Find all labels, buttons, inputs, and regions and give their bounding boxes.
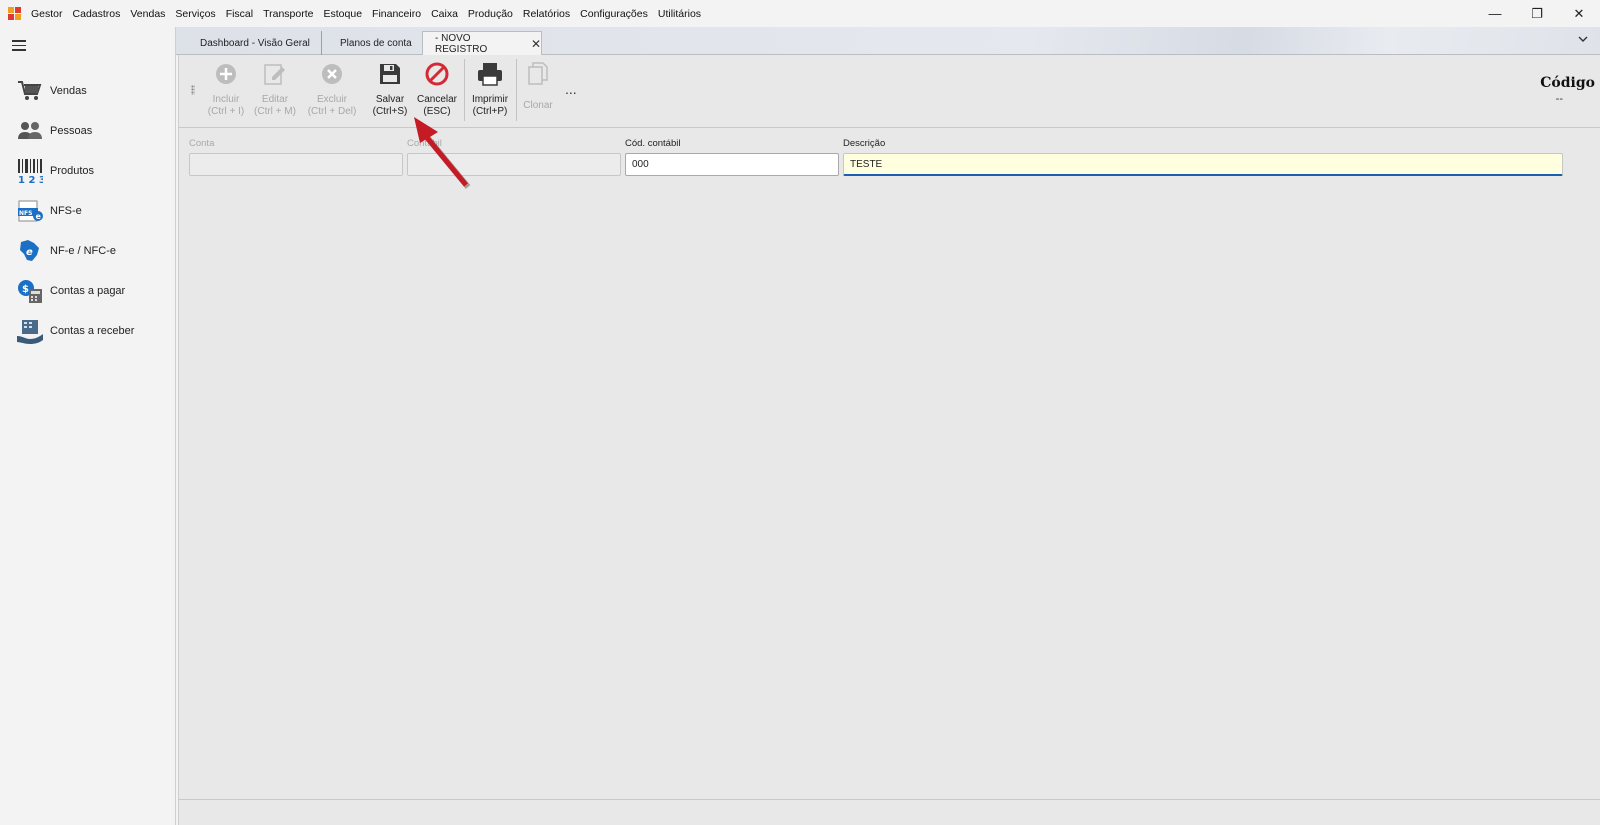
app-logo-icon [8,6,22,21]
main-menu: Gestor Cadastros Vendas Serviços Fiscal … [26,8,706,20]
delete-circle-icon [319,61,345,87]
sidebar-item-label: Contas a pagar [50,285,126,297]
save-floppy-icon [377,61,403,87]
menu-relatorios[interactable]: Relatórios [518,8,575,20]
svg-text:e: e [36,212,42,221]
cod-contabil-field: Cód. contábil 000 [625,138,839,176]
tab-label: Planos de conta [340,37,412,49]
sidebar-item-label: Vendas [50,85,87,97]
sidebar-list: Vendas Pessoas 1 2 3 Produtos NFS e NFS-e… [0,71,175,351]
restore-button[interactable]: ❐ [1516,0,1558,27]
descricao-label: Descrição [843,138,886,149]
main-panel: Incluir (Ctrl + I) Editar (Ctrl + M) Exclu… [178,55,1600,825]
sidebar: Vendas Pessoas 1 2 3 Produtos NFS e NFS-e… [0,27,176,825]
cod-contabil-input[interactable]: 000 [625,153,839,176]
svg-text:e: e [26,247,33,258]
conta-label: Conta [189,138,215,149]
plus-circle-icon [213,61,239,87]
menu-utilitarios[interactable]: Utilitários [653,8,706,20]
descricao-field: Descrição TESTE [843,138,1563,176]
sidebar-item-contas-receber[interactable]: Contas a receber [0,311,175,351]
tab-label: - NOVO REGISTRO [435,33,488,55]
cancel-prohibited-icon [424,61,450,87]
editar-button[interactable]: Editar (Ctrl + M) [245,61,305,118]
close-tab-icon[interactable]: ✕ [531,37,541,51]
salvar-label: Salvar (Ctrl+S) [372,94,408,117]
menu-gestor[interactable]: Gestor [26,8,68,20]
sidebar-item-label: Contas a receber [50,325,135,337]
conta-field: Conta [189,138,403,176]
printer-icon [477,61,503,87]
window-controls: — ❐ ✕ [1474,0,1600,27]
edit-document-icon [262,61,288,87]
menu-fiscal[interactable]: Fiscal [221,8,258,20]
menu-vendas[interactable]: Vendas [125,8,170,20]
menu-bar: Gestor Cadastros Vendas Serviços Fiscal … [0,0,1600,27]
menu-estoque[interactable]: Estoque [319,8,368,20]
contabil-input[interactable] [407,153,621,176]
menu-servicos[interactable]: Serviços [170,8,220,20]
svg-text:NFS: NFS [19,210,32,217]
nfe-icon: e [16,237,44,265]
clonar-label: Clonar [523,100,553,111]
menu-producao[interactable]: Produção [463,8,518,20]
sidebar-item-label: Pessoas [50,125,93,137]
toolbar: Incluir (Ctrl + I) Editar (Ctrl + M) Exclu… [179,55,1600,128]
svg-text:1 2 3: 1 2 3 [18,175,43,184]
sidebar-item-nfse[interactable]: NFS e NFS-e [0,191,175,231]
toolbar-grip-icon[interactable] [191,85,195,95]
tab-dashboard[interactable]: Dashboard - Visão Geral [182,31,322,55]
people-icon [16,117,44,145]
hamburger-menu-icon[interactable] [12,40,26,51]
menu-cadastros[interactable]: Cadastros [68,8,126,20]
close-window-button[interactable]: ✕ [1558,0,1600,27]
sidebar-item-produtos[interactable]: 1 2 3 Produtos [0,151,175,191]
clonar-button[interactable]: Clonar [508,61,568,112]
menu-transporte[interactable]: Transporte [258,8,318,20]
tab-strip: Dashboard - Visão Geral Planos de conta … [176,27,1600,56]
sidebar-item-pessoas[interactable]: Pessoas [0,111,175,151]
menu-caixa[interactable]: Caixa [426,8,463,20]
sidebar-item-label: Produtos [50,165,95,177]
menu-configuracoes[interactable]: Configurações [575,8,653,20]
imprimir-label: Imprimir (Ctrl+P) [471,94,509,117]
conta-input[interactable] [189,153,403,176]
cart-icon [16,77,44,105]
cod-contabil-label: Cód. contábil [625,138,681,149]
editar-label: Editar (Ctrl + M) [254,94,296,117]
cancelar-label: Cancelar (ESC) [416,94,458,117]
excluir-button[interactable]: Excluir (Ctrl + Del) [302,61,362,118]
sidebar-item-contas-pagar[interactable]: $ Contas a pagar [0,271,175,311]
codigo-value: -- [1555,93,1563,105]
more-options-button[interactable]: ... [565,81,577,97]
nfse-icon: NFS e [16,197,44,225]
sidebar-item-vendas[interactable]: Vendas [0,71,175,111]
sidebar-item-label: NF-e / NFC-e [50,245,116,257]
sidebar-item-label: NFS-e [50,205,82,217]
cancelar-button[interactable]: Cancelar (ESC) [407,61,467,118]
tab-planos-de-conta[interactable]: Planos de conta [322,31,422,55]
contabil-label: Contábil [407,138,442,149]
status-bar [179,799,1600,825]
bills-pay-icon: $ [16,277,44,305]
chevron-down-icon[interactable] [1578,32,1588,46]
minimize-button[interactable]: — [1474,0,1516,27]
contabil-field: Contábil [407,138,621,176]
barcode-icon: 1 2 3 [16,157,44,185]
descricao-input[interactable]: TESTE [843,153,1563,176]
incluir-label: Incluir (Ctrl + I) [207,94,245,117]
tab-novo-registro[interactable]: - NOVO REGISTRO ✕ [422,31,542,56]
menu-financeiro[interactable]: Financeiro [367,8,426,20]
svg-text:$: $ [22,284,29,295]
sidebar-item-nfe-nfce[interactable]: e NF-e / NFC-e [0,231,175,271]
codigo-title: Código [1540,75,1595,91]
bills-receive-icon [16,317,44,345]
excluir-label: Excluir (Ctrl + Del) [307,94,357,117]
copy-icon [525,61,551,87]
tab-label: Dashboard - Visão Geral [200,37,310,49]
